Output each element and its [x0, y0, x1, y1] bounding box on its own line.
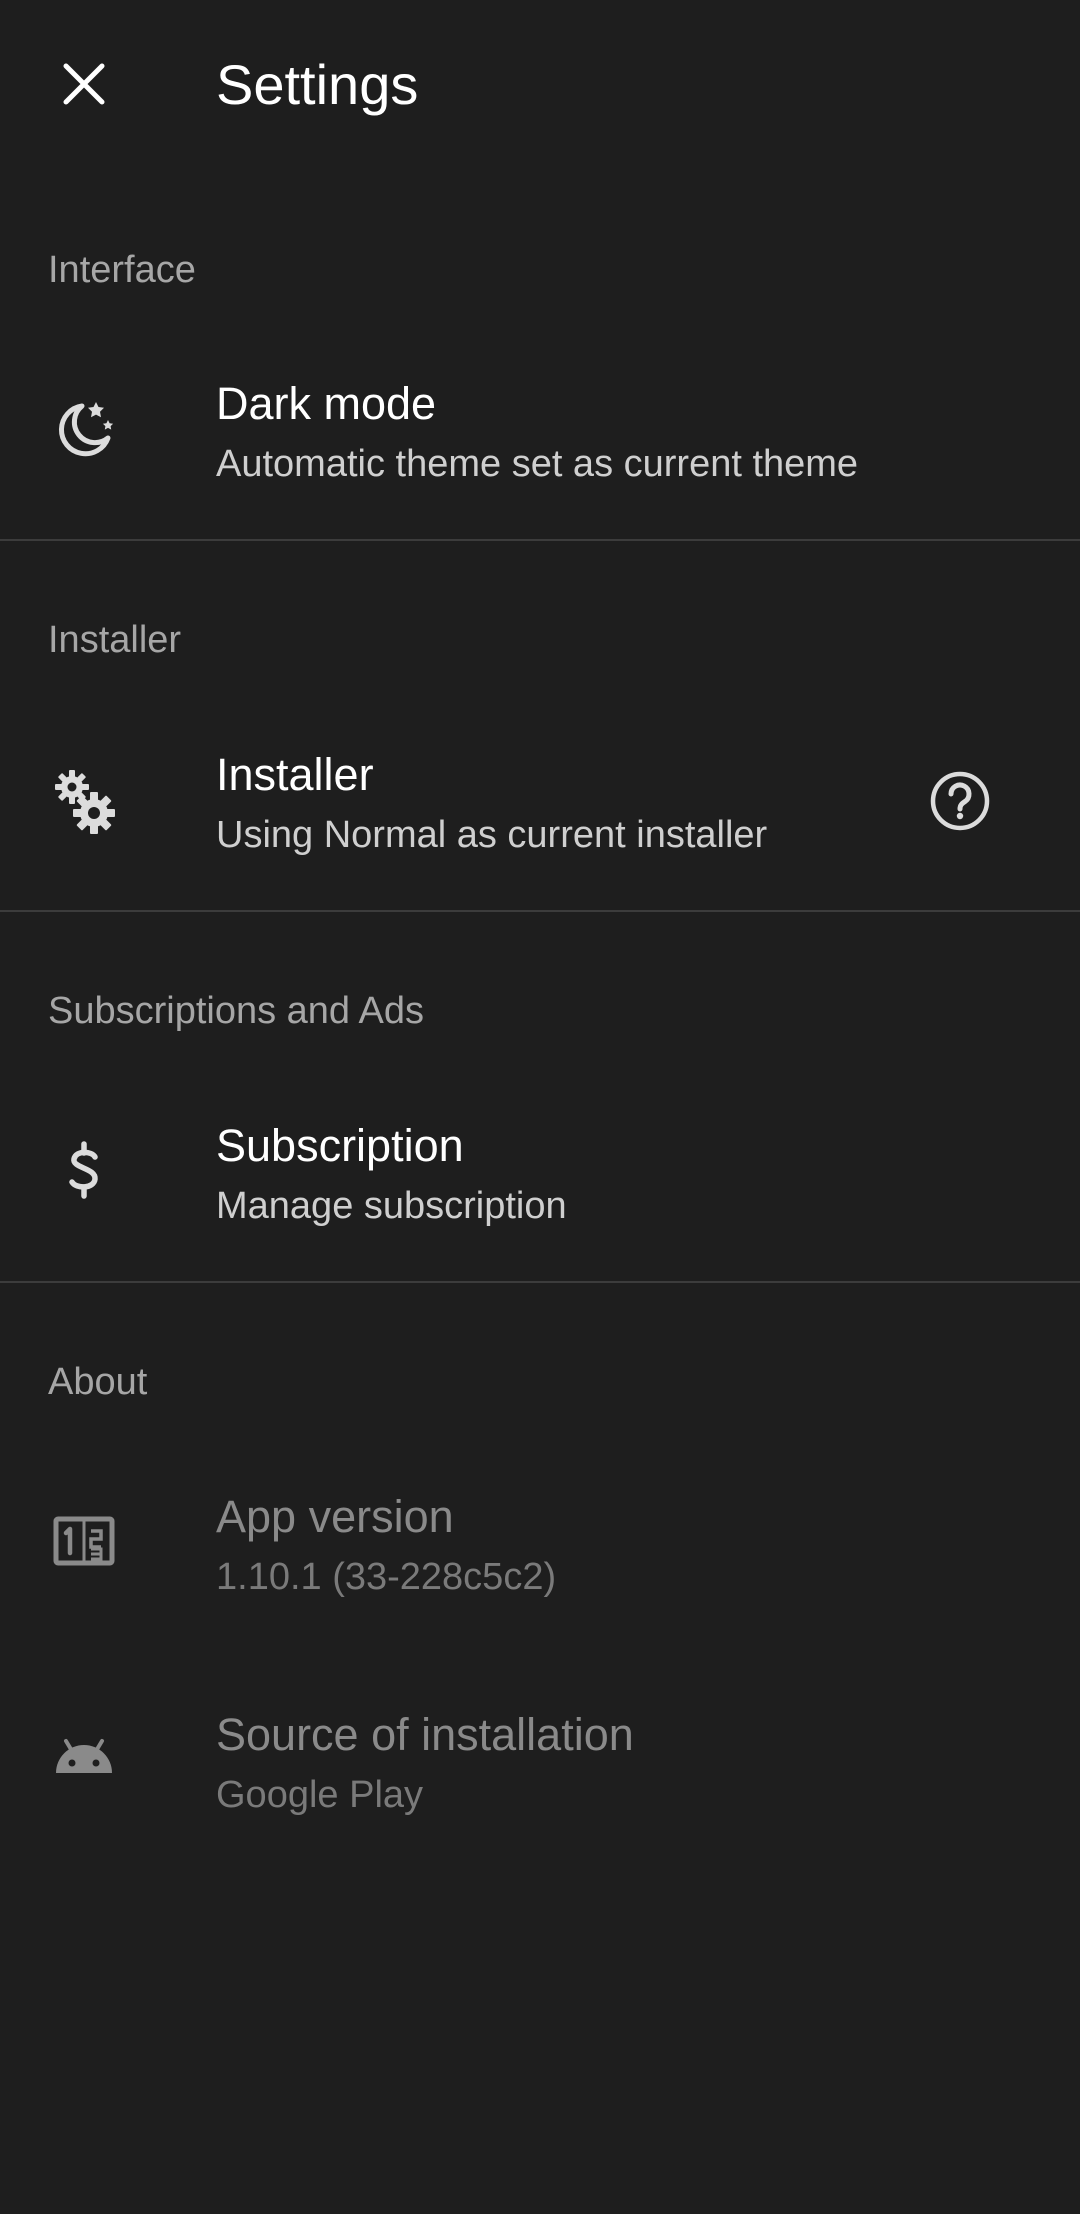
- moon-stars-icon: [48, 392, 120, 464]
- installer-setting[interactable]: Installer Using Normal as current instal…: [0, 733, 1080, 883]
- gears-icon: [48, 765, 120, 837]
- app-version-value: 1.10.1 (33-228c5c2): [216, 1556, 557, 1598]
- installation-source-title: Source of installation: [216, 1709, 634, 1760]
- installer-subtitle: Using Normal as current installer: [216, 814, 768, 856]
- divider: [0, 539, 1080, 541]
- page-title: Settings: [216, 53, 419, 116]
- dollar-icon: [48, 1134, 120, 1206]
- section-header-installer: Installer: [48, 619, 182, 661]
- dark-mode-setting[interactable]: Dark mode Automatic theme set as current…: [0, 362, 1080, 512]
- section-header-interface: Interface: [48, 249, 196, 291]
- android-icon: [48, 1723, 120, 1795]
- dark-mode-title: Dark mode: [216, 378, 437, 429]
- app-version-title: App version: [216, 1491, 454, 1542]
- installer-help-button[interactable]: [912, 753, 1008, 849]
- installation-source-setting: Source of installation Google Play: [0, 1693, 1080, 1843]
- installer-title: Installer: [216, 749, 374, 800]
- installation-source-value: Google Play: [216, 1774, 424, 1816]
- close-button[interactable]: [34, 34, 134, 134]
- app-version-setting: App version 1.10.1 (33-228c5c2): [0, 1475, 1080, 1625]
- version-numbers-icon: [48, 1505, 120, 1577]
- divider: [0, 910, 1080, 912]
- dark-mode-subtitle: Automatic theme set as current theme: [216, 443, 859, 485]
- close-icon: [63, 63, 105, 105]
- help-circle-icon: [930, 771, 990, 831]
- subscription-title: Subscription: [216, 1120, 464, 1171]
- section-header-subscriptions: Subscriptions and Ads: [48, 990, 425, 1032]
- divider: [0, 1281, 1080, 1283]
- subscription-setting[interactable]: Subscription Manage subscription: [0, 1104, 1080, 1254]
- subscription-subtitle: Manage subscription: [216, 1185, 567, 1227]
- app-bar: Settings: [0, 0, 1080, 170]
- section-header-about: About: [48, 1361, 148, 1403]
